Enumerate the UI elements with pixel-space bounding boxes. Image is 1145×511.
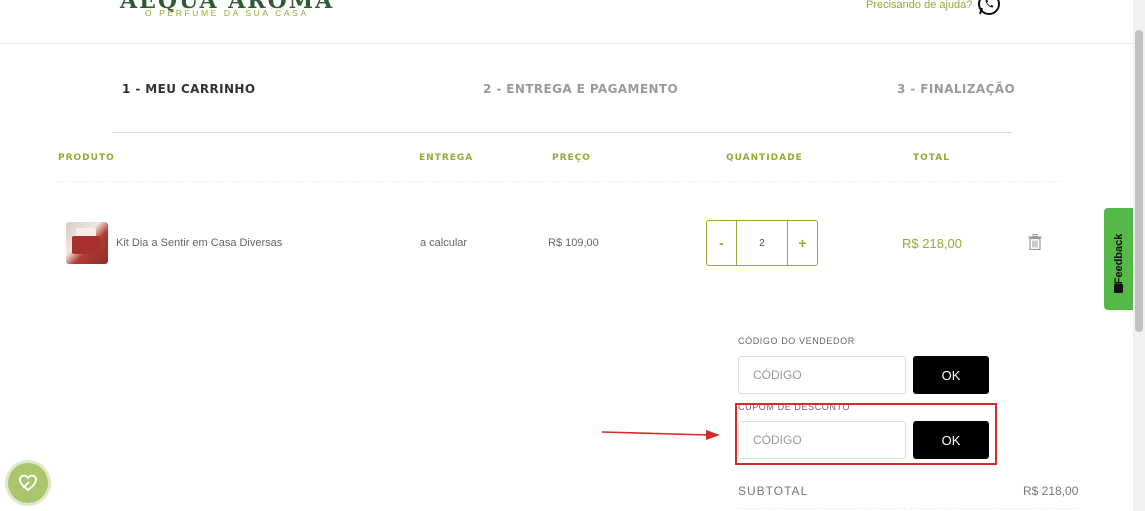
subtotal-divider <box>738 508 1078 509</box>
product-name[interactable]: Kit Dia a Sentir em Casa Diversas <box>116 237 282 249</box>
help-link[interactable]: Precisando de ajuda? <box>866 0 972 11</box>
header-divider <box>56 181 1061 182</box>
subtotal-value: R$ 218,00 <box>1023 484 1079 498</box>
delivery-value: a calcular <box>420 237 468 249</box>
cart-page: AEQUA AROMA O PERFUME DA SUA CASA Precis… <box>0 0 1145 511</box>
accessibility-badge[interactable] <box>8 463 48 503</box>
column-header-delivery: ENTREGA <box>419 153 474 163</box>
step-cart[interactable]: 1 - MEU CARRINHO <box>122 82 255 96</box>
column-header-product: PRODUTO <box>58 153 115 163</box>
step-delivery-payment[interactable]: 2 - ENTREGA E PAGAMENTO <box>483 82 678 96</box>
step-finalization[interactable]: 3 - FINALIZAÇÃO <box>897 82 1015 96</box>
steps-divider <box>112 132 1012 133</box>
quantity-input[interactable]: 2 <box>736 221 788 265</box>
seller-code-input[interactable]: CÓDIGO <box>738 356 906 394</box>
unit-price: R$ 109,00 <box>548 237 599 249</box>
scrollbar-thumb[interactable] <box>1135 30 1143 332</box>
feedback-tab[interactable]: Feedback <box>1104 208 1133 310</box>
product-thumbnail[interactable] <box>66 222 108 264</box>
seller-code-ok-button[interactable]: OK <box>913 356 989 394</box>
site-header: AEQUA AROMA O PERFUME DA SUA CASA Precis… <box>0 0 1145 44</box>
column-header-price: PREÇO <box>552 153 591 163</box>
quantity-stepper: - 2 + <box>706 220 818 266</box>
decrease-quantity-button[interactable]: - <box>707 221 736 265</box>
heart-hand-icon <box>19 474 37 492</box>
subtotal-label: SUBTOTAL <box>738 484 809 498</box>
trash-icon[interactable] <box>1028 234 1042 250</box>
coupon-highlight-box <box>735 403 997 465</box>
column-header-total: TOTAL <box>913 153 950 163</box>
column-header-quantity: QUANTIDADE <box>726 153 803 163</box>
increase-quantity-button[interactable]: + <box>788 221 817 265</box>
feedback-icon <box>1114 284 1123 293</box>
row-total: R$ 218,00 <box>902 236 962 251</box>
annotation-arrow <box>602 430 720 440</box>
feedback-label: Feedback <box>1113 233 1125 285</box>
whatsapp-icon[interactable] <box>977 0 1001 16</box>
seller-code-label: CÓDIGO DO VENDEDOR <box>738 336 855 346</box>
logo-tagline: O PERFUME DA SUA CASA <box>145 8 309 18</box>
